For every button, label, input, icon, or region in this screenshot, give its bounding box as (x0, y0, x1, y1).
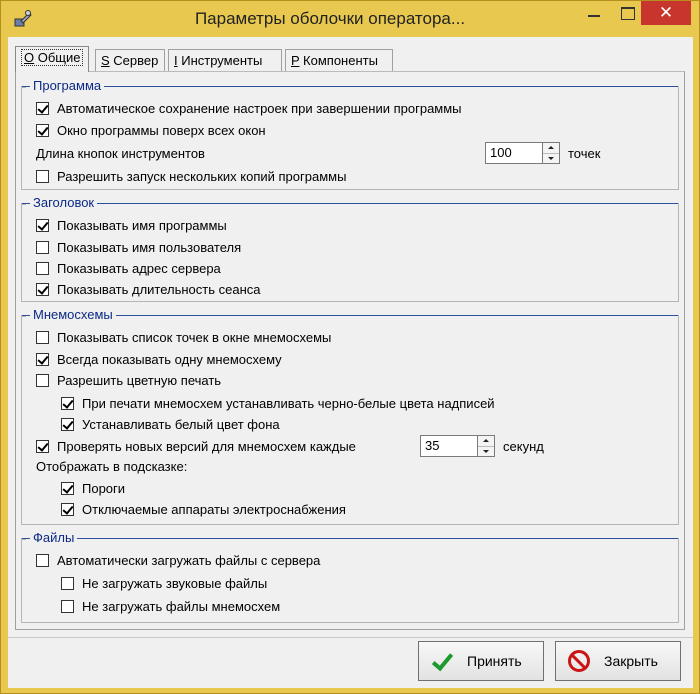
no-scheme-files-box[interactable] (61, 599, 74, 613)
bw-labels-checkbox[interactable]: При печати мнемосхем устанавливать черно… (61, 394, 495, 412)
window-title: Параметры оболочки оператора... (194, 9, 466, 28)
show-user-name-box[interactable] (36, 240, 49, 254)
show-points-list-checkbox[interactable]: Показывать список точек в окне мнемосхем… (36, 328, 331, 346)
show-session-duration-box[interactable] (36, 282, 49, 296)
show-server-address-checkbox[interactable]: Показывать адрес сервера (36, 259, 221, 277)
show-server-address-box[interactable] (36, 261, 49, 275)
check-interval-unit: секунд (503, 439, 544, 454)
tab-server[interactable]: S Сервер (95, 49, 165, 71)
auto-load-files-checkbox[interactable]: Автоматически загружать файлы с сервера (36, 551, 320, 569)
no-scheme-files-checkbox[interactable]: Не загружать файлы мнемосхем (61, 597, 280, 615)
multi-instance-checkbox[interactable]: Разрешить запуск нескольких копий програ… (36, 167, 346, 185)
disconnected-devices-box[interactable] (61, 502, 74, 516)
tab-server-label: Сервер (109, 53, 159, 68)
tab-components-label: Компоненты (299, 53, 378, 68)
group-header-title: Заголовок (30, 195, 98, 210)
show-points-list-label: Показывать список точек в окне мнемосхем… (57, 329, 332, 345)
color-print-label: Разрешить цветную печать (57, 372, 222, 388)
color-print-box[interactable] (36, 373, 49, 387)
title-bar[interactable]: Параметры оболочки оператора... ✕ (1, 1, 699, 37)
show-server-address-label: Показывать адрес сервера (57, 260, 221, 276)
no-sound-files-label: Не загружать звуковые файлы (82, 575, 268, 591)
show-session-duration-checkbox[interactable]: Показывать длительность сеанса (36, 280, 261, 298)
group-header: Заголовок Показывать имя программы Показ… (21, 195, 679, 302)
dialog-window: Параметры оболочки оператора... ✕ О Общи… (0, 0, 700, 694)
show-points-list-box[interactable] (36, 330, 49, 344)
bw-labels-box[interactable] (61, 396, 74, 410)
auto-load-files-label: Автоматически загружать файлы с сервера (57, 552, 321, 568)
close-button[interactable]: Закрыть (555, 641, 681, 681)
tab-general-key: О (24, 50, 35, 65)
always-one-scheme-box[interactable] (36, 352, 49, 366)
group-schemes-title: Мнемосхемы (30, 307, 116, 322)
tooltip-section-label: Отображать в подсказке: (36, 459, 188, 474)
white-bg-box[interactable] (61, 417, 74, 431)
show-program-name-checkbox[interactable]: Показывать имя программы (36, 216, 227, 234)
close-icon: ✕ (658, 3, 674, 22)
autosave-checkbox-box[interactable] (36, 101, 49, 115)
no-sound-files-box[interactable] (61, 576, 74, 590)
button-bar-separator (8, 637, 693, 638)
white-bg-label: Устанавливать белый цвет фона (82, 416, 280, 432)
bw-labels-label: При печати мнемосхем устанавливать черно… (82, 395, 495, 411)
color-print-checkbox[interactable]: Разрешить цветную печать (36, 371, 221, 389)
show-user-name-label: Показывать имя пользователя (57, 239, 242, 255)
disconnected-devices-checkbox[interactable]: Отключаемые аппараты электроснабжения (61, 500, 346, 518)
no-sound-files-checkbox[interactable]: Не загружать звуковые файлы (61, 574, 267, 592)
group-files-title: Файлы (30, 530, 78, 545)
show-program-name-box[interactable] (36, 218, 49, 232)
accept-button[interactable]: Принять (418, 641, 544, 681)
disconnected-devices-label: Отключаемые аппараты электроснабжения (82, 501, 346, 517)
on-top-label: Окно программы поверх всех окон (57, 122, 266, 138)
show-session-duration-label: Показывать длительность сеанса (57, 281, 261, 297)
tab-components[interactable]: P Компоненты (285, 49, 393, 71)
thresholds-checkbox[interactable]: Пороги (61, 479, 125, 497)
dialog-client: О Общие S Сервер I Инструменты P Компоне… (8, 37, 693, 688)
autosave-label: Автоматическое сохранение настроек при з… (57, 100, 462, 116)
button-length-input[interactable]: 100 (485, 142, 543, 164)
group-program: Программа Автоматическое сохранение наст… (21, 78, 679, 190)
thresholds-box[interactable] (61, 481, 74, 495)
checkmark-icon (431, 651, 453, 671)
show-user-name-checkbox[interactable]: Показывать имя пользователя (36, 238, 241, 256)
autosave-checkbox[interactable]: Автоматическое сохранение настроек при з… (36, 99, 462, 117)
check-versions-box[interactable] (36, 439, 49, 453)
spin-up-button[interactable] (478, 436, 494, 447)
tools-icon (14, 10, 32, 27)
thresholds-label: Пороги (82, 480, 126, 496)
spin-up-button[interactable] (543, 143, 559, 154)
tab-tools[interactable]: I Инструменты (168, 49, 282, 71)
group-files: Файлы Автоматически загружать файлы с се… (21, 530, 679, 623)
no-scheme-files-label: Не загружать файлы мнемосхем (82, 598, 281, 614)
check-interval-spinner[interactable]: 35 (420, 435, 495, 457)
always-one-scheme-checkbox[interactable]: Всегда показывать одну мнемосхему (36, 350, 282, 368)
close-button-label: Закрыть (604, 653, 658, 669)
check-versions-checkbox[interactable]: Проверять новых версий для мнемосхем каж… (36, 437, 356, 455)
check-interval-input[interactable]: 35 (420, 435, 478, 457)
cancel-icon (568, 650, 590, 672)
group-schemes: Мнемосхемы Показывать список точек в окн… (21, 307, 679, 525)
group-program-title: Программа (30, 78, 105, 93)
always-one-scheme-label: Всегда показывать одну мнемосхему (57, 351, 282, 367)
check-versions-label: Проверять новых версий для мнемосхем каж… (57, 438, 356, 454)
multi-instance-checkbox-box[interactable] (36, 169, 49, 183)
show-program-name-label: Показывать имя программы (57, 217, 227, 233)
multi-instance-label: Разрешить запуск нескольких копий програ… (57, 168, 347, 184)
auto-load-files-box[interactable] (36, 553, 49, 567)
spin-down-button[interactable] (543, 154, 559, 164)
tab-tools-label: Инструменты (177, 53, 263, 68)
spin-down-button[interactable] (478, 447, 494, 457)
on-top-checkbox-box[interactable] (36, 123, 49, 137)
button-length-label: Длина кнопок инструментов (36, 146, 205, 161)
tab-server-key: S (101, 53, 110, 68)
tab-general-label: Общие (34, 50, 81, 65)
white-bg-checkbox[interactable]: Устанавливать белый цвет фона (61, 415, 280, 433)
close-window-button[interactable]: ✕ (641, 1, 691, 25)
accept-button-label: Принять (467, 653, 522, 669)
on-top-checkbox[interactable]: Окно программы поверх всех окон (36, 121, 266, 139)
tab-general[interactable]: О Общие (15, 46, 89, 72)
button-length-unit: точек (568, 146, 601, 161)
button-length-spinner[interactable]: 100 (485, 142, 560, 164)
tab-panel-general: Программа Автоматическое сохранение наст… (15, 71, 685, 630)
